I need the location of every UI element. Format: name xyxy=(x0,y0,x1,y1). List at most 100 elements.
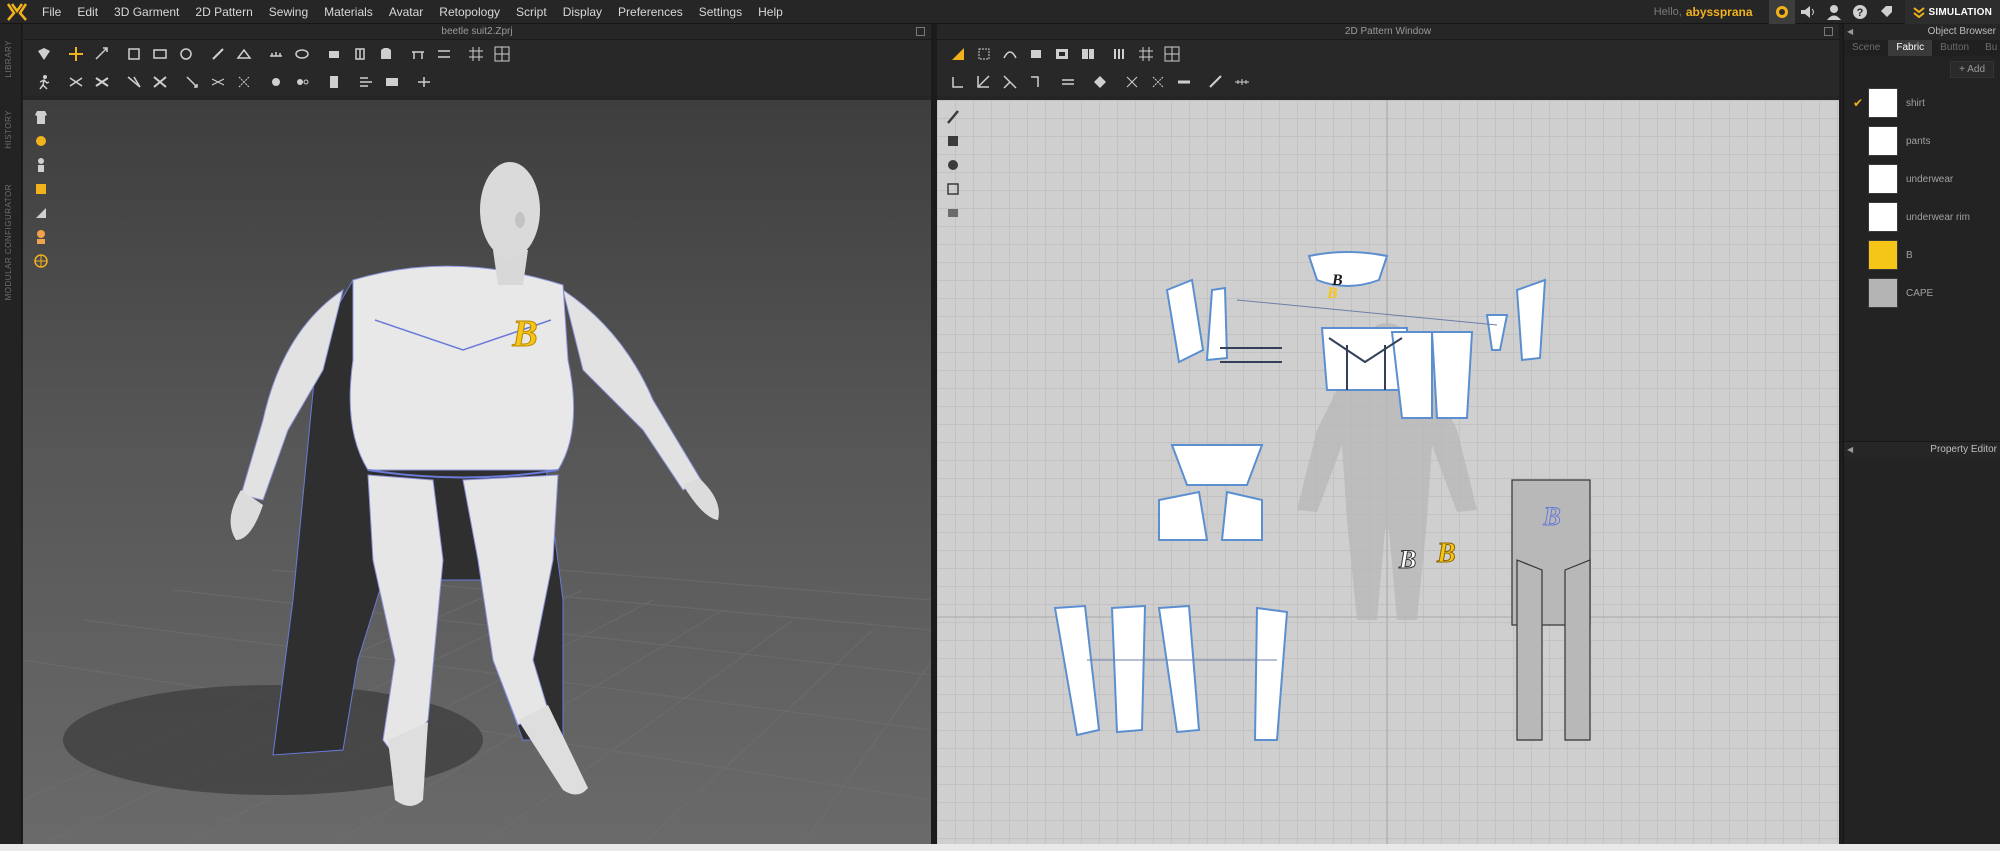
grid-snap-2d-icon[interactable] xyxy=(1159,42,1185,66)
tab-history[interactable]: HISTORY xyxy=(4,110,13,149)
fabric-item-underwear[interactable]: underwear xyxy=(1844,160,2000,198)
menu-script[interactable]: Script xyxy=(508,0,555,24)
2d-display-layer-icon[interactable] xyxy=(943,202,963,224)
menu-materials[interactable]: Materials xyxy=(316,0,381,24)
menu-retopology[interactable]: Retopology xyxy=(431,0,508,24)
fold-2d-icon[interactable] xyxy=(1087,70,1113,94)
avatar-circumference-icon[interactable] xyxy=(431,42,457,66)
display-fabric-icon[interactable] xyxy=(31,178,51,200)
fold-arrangement-icon[interactable] xyxy=(89,42,115,66)
measure-circumference-icon[interactable] xyxy=(289,42,315,66)
2d-display-texture-icon[interactable] xyxy=(943,178,963,200)
stitch-icon[interactable] xyxy=(205,70,231,94)
speaker-icon[interactable] xyxy=(1795,0,1821,24)
measure-icon[interactable] xyxy=(263,42,289,66)
trim-icon[interactable] xyxy=(321,70,347,94)
sewing-free-icon[interactable] xyxy=(89,70,115,94)
free-sewing-2d-icon[interactable] xyxy=(971,70,997,94)
fabric-item-pants[interactable]: pants xyxy=(1844,122,2000,160)
ruler-icon[interactable] xyxy=(1229,70,1255,94)
menu-display[interactable]: Display xyxy=(555,0,610,24)
texture-edit-icon[interactable] xyxy=(353,70,379,94)
tack-icon[interactable] xyxy=(121,42,147,66)
topstitch-2d-icon[interactable] xyxy=(1145,70,1171,94)
tab-library[interactable]: LIBRARY xyxy=(4,40,13,78)
select-mesh-icon[interactable] xyxy=(31,42,57,66)
tack-pair-icon[interactable] xyxy=(147,42,173,66)
fold-icon[interactable] xyxy=(179,70,205,94)
button-icon[interactable] xyxy=(321,42,347,66)
tab-scene[interactable]: Scene xyxy=(1844,40,1888,56)
internal-polygon-icon[interactable] xyxy=(1075,42,1101,66)
display-texture-icon[interactable] xyxy=(31,202,51,224)
maximize-3d-window-icon[interactable] xyxy=(916,27,925,36)
display-skin-icon[interactable] xyxy=(31,226,51,248)
display-garment-icon[interactable] xyxy=(31,130,51,152)
tab-fabric[interactable]: Fabric xyxy=(1888,40,1933,56)
cloud-icon[interactable] xyxy=(1768,0,1795,24)
collapse-arrow-icon[interactable]: ◀ xyxy=(1847,442,1853,458)
avatar-measure-icon[interactable] xyxy=(405,42,431,66)
menu-help[interactable]: Help xyxy=(750,0,791,24)
menu-3d-garment[interactable]: 3D Garment xyxy=(106,0,187,24)
2d-display-fabric-icon[interactable] xyxy=(943,130,963,152)
rocket-icon[interactable] xyxy=(1873,0,1899,24)
sewing-m-n-icon[interactable] xyxy=(121,70,147,94)
pattern-measure-icon[interactable] xyxy=(1055,70,1081,94)
app-logo-icon[interactable] xyxy=(0,0,34,24)
menu-file[interactable]: File xyxy=(34,0,69,24)
username[interactable]: abyssprana xyxy=(1686,5,1753,19)
edit-curvature-icon[interactable] xyxy=(997,42,1023,66)
3d-viewport[interactable]: B xyxy=(23,100,931,844)
sewing-segment-icon[interactable] xyxy=(63,70,89,94)
simulation-mode-button[interactable]: SIMULATION xyxy=(1904,0,2000,24)
align-icon[interactable] xyxy=(411,70,437,94)
display-avatar-icon[interactable] xyxy=(31,106,51,128)
grid-2d-icon[interactable] xyxy=(1133,42,1159,66)
fabric-item-b[interactable]: B xyxy=(1844,236,2000,274)
grid-icon[interactable] xyxy=(463,42,489,66)
display-body-icon[interactable] xyxy=(31,154,51,176)
menu-2d-pattern[interactable]: 2D Pattern xyxy=(187,0,260,24)
menu-settings[interactable]: Settings xyxy=(691,0,750,24)
user-icon[interactable] xyxy=(1821,0,1847,24)
stitch-2d-icon[interactable] xyxy=(1119,70,1145,94)
add-fabric-button[interactable]: + Add xyxy=(1950,60,1994,78)
seam-taping-icon[interactable] xyxy=(1203,70,1229,94)
zipper-icon[interactable] xyxy=(347,42,373,66)
puckering-icon[interactable] xyxy=(263,70,289,94)
menu-preferences[interactable]: Preferences xyxy=(610,0,691,24)
segment-sewing-2d-icon[interactable] xyxy=(945,70,971,94)
dart-icon[interactable] xyxy=(1107,42,1133,66)
tab-modular-configurator[interactable]: MODULAR CONFIGURATOR xyxy=(4,184,13,300)
check-sewing-icon[interactable] xyxy=(147,70,173,94)
menu-avatar[interactable]: Avatar xyxy=(381,0,431,24)
tab-button[interactable]: Button xyxy=(1932,40,1977,56)
transform-pattern-2d-icon[interactable] xyxy=(945,42,971,66)
garment-fit-icon[interactable] xyxy=(373,42,399,66)
tab-buttonhole[interactable]: Bu xyxy=(1977,40,2000,56)
graphic-icon[interactable] xyxy=(379,70,405,94)
pin-box-icon[interactable] xyxy=(231,42,257,66)
fabric-item-shirt[interactable]: ✔ shirt xyxy=(1844,84,2000,122)
2d-pattern-viewport[interactable]: B B B B B xyxy=(937,100,1839,844)
tack-arrangement-icon[interactable] xyxy=(173,42,199,66)
grid-snap-icon[interactable] xyxy=(489,42,515,66)
add-point-icon[interactable] xyxy=(1023,42,1049,66)
collapse-arrow-icon[interactable]: ◀ xyxy=(1847,24,1853,40)
transform-pattern-icon[interactable] xyxy=(63,42,89,66)
fabric-item-underwear-rim[interactable]: underwear rim xyxy=(1844,198,2000,236)
m-n-sewing-2d-icon[interactable] xyxy=(997,70,1023,94)
help-icon[interactable]: ? xyxy=(1847,0,1873,24)
simulation-runner-icon[interactable] xyxy=(31,70,57,94)
fabric-item-cape[interactable]: CAPE xyxy=(1844,274,2000,312)
maximize-2d-window-icon[interactable] xyxy=(1824,27,1833,36)
display-environment-icon[interactable] xyxy=(31,250,51,272)
2d-display-pen-icon[interactable] xyxy=(943,106,963,128)
piping-icon[interactable] xyxy=(289,70,315,94)
polygon-icon[interactable] xyxy=(1049,42,1075,66)
topstitch-icon[interactable] xyxy=(231,70,257,94)
edit-pattern-icon[interactable] xyxy=(971,42,997,66)
edit-sewing-icon[interactable] xyxy=(1023,70,1049,94)
pin-icon[interactable] xyxy=(205,42,231,66)
